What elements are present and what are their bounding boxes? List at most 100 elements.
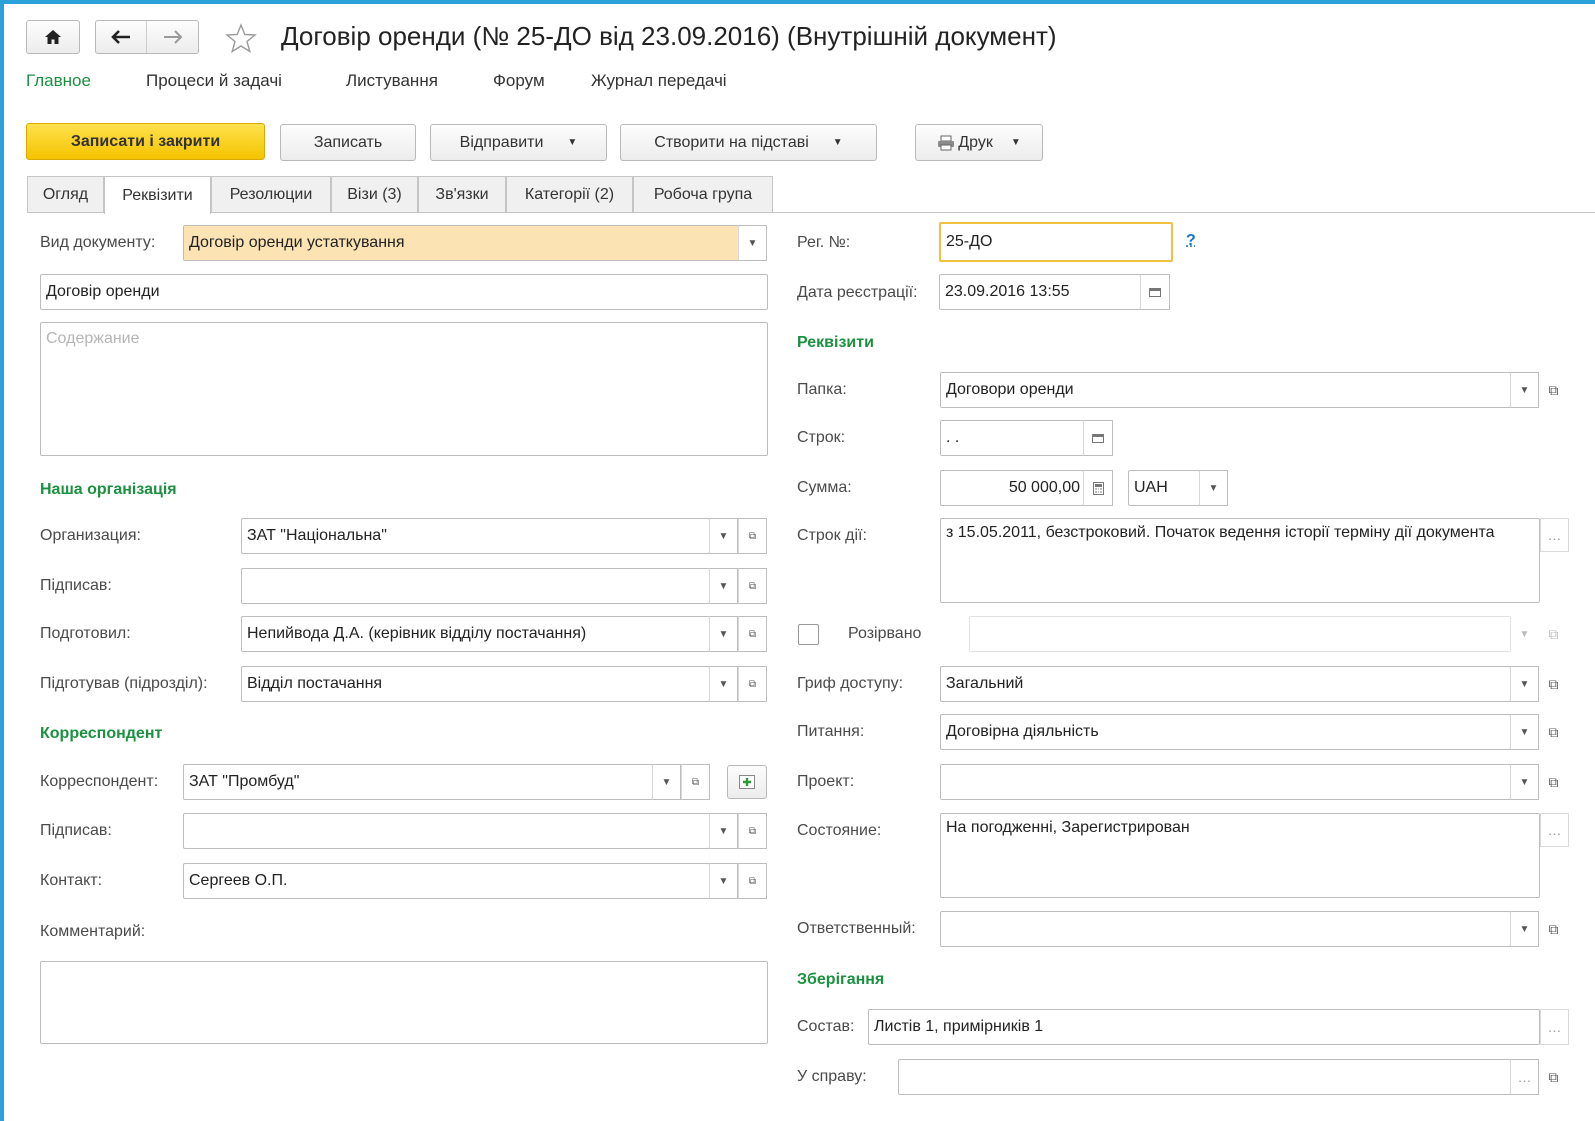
comment-label: Комментарий: [40,923,146,940]
save-button[interactable]: Записать [280,124,416,161]
validity-select-button[interactable]: … [1540,518,1569,552]
signed-open-button[interactable]: ⧉ [738,568,767,604]
content-textarea[interactable]: Содержание [40,322,768,456]
signed-field[interactable] [241,568,710,604]
question-field[interactable]: Договірна діяльність [940,714,1511,750]
reg-no-label: Рег. №: [797,234,851,251]
responsible-field[interactable] [940,911,1511,947]
back-arrow-icon[interactable] [96,21,148,53]
doc-type-field[interactable]: Договір оренди устаткування [183,225,767,261]
prepared-dropdown[interactable]: ▼ [709,616,738,652]
composition-select-button[interactable]: … [1540,1009,1569,1045]
requisites-section-title: Реквізити [797,334,874,351]
reg-date-calendar-button[interactable] [1140,274,1170,310]
corr-signed-dropdown[interactable]: ▼ [709,813,738,849]
prepared-dept-dropdown[interactable]: ▼ [709,666,738,702]
create-based-button[interactable]: Створити на підставі ▼ [620,124,877,161]
help-icon[interactable]: ? [1186,232,1196,250]
term-calendar-button[interactable] [1083,420,1113,456]
chevron-down-icon: ▼ [747,237,758,249]
sum-value: 50 000,00 [1008,479,1080,496]
org-field[interactable]: ЗАТ "Національна" [241,518,710,554]
tab-overview[interactable]: Огляд [27,176,104,212]
org-open-button[interactable]: ⧉ [738,518,767,554]
project-field[interactable] [940,764,1511,800]
responsible-open-button[interactable]: ⧉ [1539,911,1568,947]
composition-field[interactable]: Листів 1, примірників 1 [868,1009,1540,1045]
prepared-open-button[interactable]: ⧉ [738,616,767,652]
send-label: Відправити [459,133,544,151]
sum-field[interactable]: 50 000,00 [940,470,1084,506]
menu-processes[interactable]: Процеси й задачі [146,71,282,91]
comment-textarea[interactable] [40,961,768,1044]
contact-open-button[interactable]: ⧉ [738,863,767,899]
currency-field[interactable]: UAH [1128,470,1200,506]
menu-forum[interactable]: Форум [493,71,545,91]
project-open-button[interactable]: ⧉ [1539,764,1568,800]
folder-open-button[interactable]: ⧉ [1539,372,1568,408]
correspondent-label: Корреспондент: [40,773,159,790]
contact-field[interactable]: Сергеев О.П. [183,863,710,899]
open-window-icon: ⧉ [691,776,700,788]
state-select-button[interactable]: … [1540,813,1569,847]
add-correspondent-button[interactable] [727,765,767,799]
correspondent-dropdown[interactable]: ▼ [652,764,681,800]
doc-type-dropdown[interactable]: ▼ [738,225,767,261]
correspondent-open-button[interactable]: ⧉ [681,764,710,800]
menu-correspondence[interactable]: Листування [346,71,438,91]
composition-label: Состав: [797,1018,855,1035]
contact-dropdown[interactable]: ▼ [709,863,738,899]
folder-field[interactable]: Договори оренди [940,372,1511,408]
term-field[interactable]: . . [940,420,1084,456]
favorite-star-icon[interactable] [225,23,257,58]
tab-workgroup[interactable]: Робоча група [633,176,773,212]
prepared-field[interactable]: Непийвода Д.А. (керівник відділу постача… [241,616,710,652]
corr-signed-open-button[interactable]: ⧉ [738,813,767,849]
access-field[interactable]: Загальний [940,666,1511,702]
send-button[interactable]: Відправити ▼ [430,124,607,161]
chevron-down-icon: ▼ [1519,628,1530,640]
chevron-down-icon: ▼ [1208,482,1219,494]
sum-calculator-button[interactable] [1083,470,1113,506]
home-button[interactable] [26,20,80,54]
menu-transfer-log[interactable]: Журнал передачі [591,71,727,91]
case-select-button[interactable]: … [1510,1059,1539,1095]
folder-dropdown[interactable]: ▼ [1510,372,1539,408]
project-dropdown[interactable]: ▼ [1510,764,1539,800]
print-button[interactable]: Друк ▼ [915,124,1043,161]
forward-arrow-icon[interactable] [147,30,198,44]
case-field[interactable] [898,1059,1511,1095]
case-open-button[interactable]: ⧉ [1539,1059,1568,1095]
terminated-dropdown: ▼ [1510,616,1539,652]
org-dropdown[interactable]: ▼ [709,518,738,554]
signed-dropdown[interactable]: ▼ [709,568,738,604]
corr-signed-field[interactable] [183,813,710,849]
tab-resolutions[interactable]: Резолюции [211,176,331,212]
validity-field[interactable]: з 15.05.2011, безстроковий. Початок веде… [940,518,1540,603]
question-dropdown[interactable]: ▼ [1510,714,1539,750]
question-open-button[interactable]: ⧉ [1539,714,1568,750]
reg-date-field[interactable]: 23.09.2016 13:55 [939,274,1141,310]
prepared-dept-field[interactable]: Відділ постачання [241,666,710,702]
title-field[interactable]: Договір оренди [40,274,768,310]
state-field[interactable]: На погодженні, Зарегистрирован [940,813,1540,898]
tab-requisites[interactable]: Реквізити [104,176,211,214]
correspondent-field[interactable]: ЗАТ "Промбуд" [183,764,653,800]
currency-dropdown[interactable]: ▼ [1199,470,1228,506]
tab-categories[interactable]: Категорії (2) [506,176,633,212]
save-close-button[interactable]: Записати і закрити [26,123,265,160]
responsible-dropdown[interactable]: ▼ [1510,911,1539,947]
chevron-down-icon: ▼ [718,580,729,592]
home-icon [45,30,61,44]
reg-no-field[interactable]: 25-ДО [939,222,1173,262]
access-dropdown[interactable]: ▼ [1510,666,1539,702]
terminated-checkbox[interactable] [798,624,819,645]
tab-visas[interactable]: Візи (3) [331,176,418,212]
prepared-dept-open-button[interactable]: ⧉ [738,666,767,702]
menu-main[interactable]: Главное [26,71,91,91]
open-window-icon: ⧉ [1548,920,1559,937]
tab-links[interactable]: Зв'язки [418,176,506,212]
access-open-button[interactable]: ⧉ [1539,666,1568,702]
calendar-icon [1092,433,1104,443]
ellipsis-icon: … [1517,1069,1532,1085]
